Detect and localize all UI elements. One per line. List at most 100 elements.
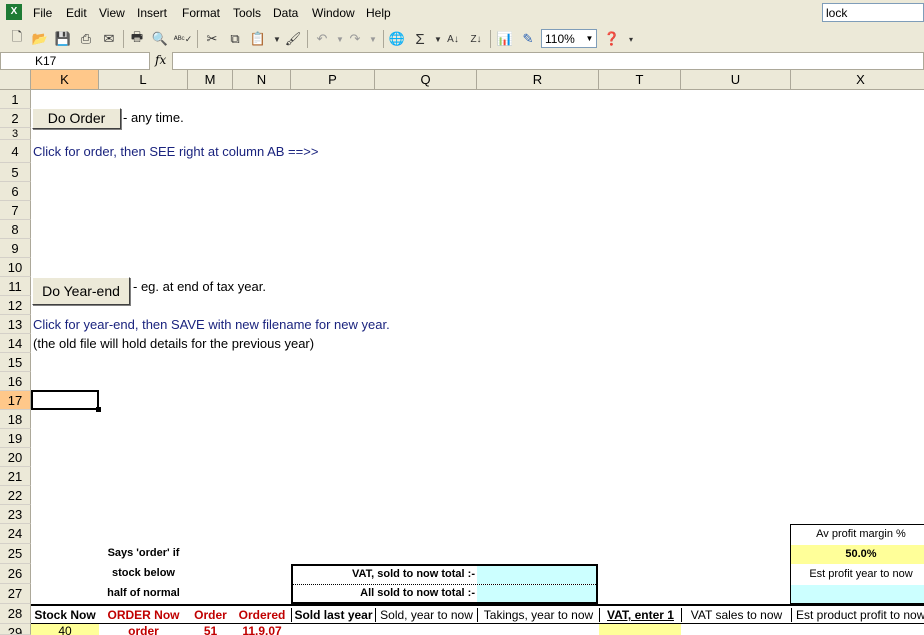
menu-file[interactable]: File (33, 6, 52, 20)
redo-dropdown-icon[interactable]: ▼ (364, 30, 382, 48)
column-header-m[interactable]: M (188, 70, 233, 89)
column-header-u[interactable]: U (681, 70, 791, 89)
header-est-product-profit: Est product profit to now (791, 608, 924, 622)
row-header-24[interactable]: 24 (0, 524, 31, 544)
row-header-20[interactable]: 20 (0, 448, 31, 467)
format-painter-icon[interactable]: 🖌 (284, 30, 302, 48)
header-vat-sales: VAT sales to now (681, 608, 791, 622)
help-search-input[interactable]: lock (822, 3, 924, 22)
row-header-6[interactable]: 6 (0, 182, 31, 201)
do-order-button[interactable]: Do Order (32, 108, 121, 129)
menu-view[interactable]: View (99, 6, 125, 20)
zoom-value: 110% (545, 32, 575, 46)
cut-icon[interactable]: ✂ (203, 30, 221, 48)
row-header-4[interactable]: 4 (0, 140, 31, 163)
sort-ascending-icon[interactable]: A↓ (444, 30, 462, 48)
active-cell-k17[interactable] (31, 390, 101, 412)
header-takings: Takings, year to now (477, 608, 599, 622)
menu-tools[interactable]: Tools (233, 6, 261, 20)
row-header-16[interactable]: 16 (0, 372, 31, 391)
column-header-r[interactable]: R (477, 70, 599, 89)
all-total-cell[interactable] (477, 585, 596, 602)
do-yearend-button[interactable]: Do Year-end (32, 277, 130, 305)
yearend-hint-text-2: (the old file will hold details for the … (33, 336, 315, 351)
column-header-k[interactable]: K (31, 70, 99, 89)
sort-descending-icon[interactable]: Z↓ (467, 30, 485, 48)
permission-icon[interactable]: ⎙ (77, 30, 95, 48)
name-box[interactable]: K17 (0, 52, 150, 70)
row-header-28[interactable]: 28 (0, 604, 31, 624)
row-header-3[interactable]: 3 (0, 128, 31, 140)
hyperlink-icon[interactable]: 🌐 (388, 30, 406, 48)
row-header-18[interactable]: 18 (0, 410, 31, 429)
menu-window[interactable]: Window (312, 6, 355, 20)
help-icon[interactable]: ❓ (603, 30, 621, 48)
toolbar-options-icon[interactable]: ▾ (622, 30, 640, 48)
row-header-9[interactable]: 9 (0, 239, 31, 258)
row-header-14[interactable]: 14 (0, 334, 31, 353)
row-header-11[interactable]: 11 (0, 277, 31, 296)
header-order: Order (194, 608, 227, 622)
row-header-27[interactable]: 27 (0, 584, 31, 604)
save-icon[interactable]: 💾 (54, 30, 72, 48)
copy-icon[interactable]: ⧉ (226, 30, 244, 48)
row-header-22[interactable]: 22 (0, 486, 31, 505)
header-order-now: ORDER Now (107, 608, 180, 622)
vat-enter-cell-row29[interactable] (599, 624, 681, 635)
chevron-down-icon[interactable]: ▼ (583, 30, 596, 47)
autosum-icon[interactable]: Σ (411, 30, 429, 48)
toolbar-separator (197, 30, 198, 48)
menu-help[interactable]: Help (366, 6, 391, 20)
zoom-select[interactable]: 110% ▼ (541, 29, 597, 48)
do-order-note: - any time. (123, 110, 184, 125)
row-header-21[interactable]: 21 (0, 467, 31, 486)
header-sold-last-year: Sold last year (291, 608, 375, 622)
row-header-7[interactable]: 7 (0, 201, 31, 220)
menu-format[interactable]: Format (182, 6, 220, 20)
row-header-23[interactable]: 23 (0, 505, 31, 524)
row-header-12[interactable]: 12 (0, 296, 31, 315)
row-header-29[interactable]: 29 (0, 624, 31, 635)
open-folder-icon[interactable]: 📂 (31, 30, 49, 48)
row-header-26[interactable]: 26 (0, 564, 31, 584)
row-header-10[interactable]: 10 (0, 258, 31, 277)
column-header-n[interactable]: N (233, 70, 291, 89)
menu-insert[interactable]: Insert (137, 6, 167, 20)
row-header-25[interactable]: 25 (0, 544, 31, 564)
chart-wizard-icon[interactable]: 📊 (496, 30, 514, 48)
paste-icon[interactable]: 📋 (249, 30, 267, 48)
est-profit-cell[interactable] (791, 585, 924, 603)
drawing-icon[interactable]: ✎ (519, 30, 537, 48)
row-header-5[interactable]: 5 (0, 163, 31, 182)
print-preview-icon[interactable]: 🔍 (151, 30, 169, 48)
column-header-t[interactable]: T (599, 70, 681, 89)
header-vat-enter: VAT, enter 1 (599, 608, 681, 622)
column-header-p[interactable]: P (291, 70, 375, 89)
menu-bar: X File Edit View Insert Format Tools Dat… (0, 0, 924, 26)
menu-data[interactable]: Data (273, 6, 298, 20)
spelling-icon[interactable]: ᴬᴮᶜ✓ (174, 30, 193, 48)
vat-total-cell[interactable] (477, 566, 596, 584)
row-header-19[interactable]: 19 (0, 429, 31, 448)
redo-icon[interactable]: ↷ (346, 30, 364, 48)
email-icon[interactable]: ✉ (100, 30, 118, 48)
print-icon[interactable]: 🖶 (128, 29, 146, 48)
formula-input[interactable] (172, 52, 924, 70)
yearend-hint-text: Click for year-end, then SAVE with new f… (33, 317, 390, 332)
column-header-x[interactable]: X (791, 70, 924, 89)
row-header-8[interactable]: 8 (0, 220, 31, 239)
new-document-icon[interactable]: 🗋 (8, 29, 26, 48)
column-header-q[interactable]: Q (375, 70, 477, 89)
select-all-corner[interactable] (0, 70, 31, 89)
row-header-2[interactable]: 2 (0, 109, 31, 128)
stock-below-label: stock below (112, 567, 175, 579)
row-header-1[interactable]: 1 (0, 90, 31, 109)
insert-function-icon[interactable]: fx (155, 53, 166, 67)
undo-icon[interactable]: ↶ (313, 30, 331, 48)
excel-app-icon[interactable]: X (6, 4, 22, 20)
row-header-17[interactable]: 17 (0, 391, 31, 410)
row-header-13[interactable]: 13 (0, 315, 31, 334)
column-header-l[interactable]: L (99, 70, 188, 89)
menu-edit[interactable]: Edit (66, 6, 87, 20)
row-header-15[interactable]: 15 (0, 353, 31, 372)
